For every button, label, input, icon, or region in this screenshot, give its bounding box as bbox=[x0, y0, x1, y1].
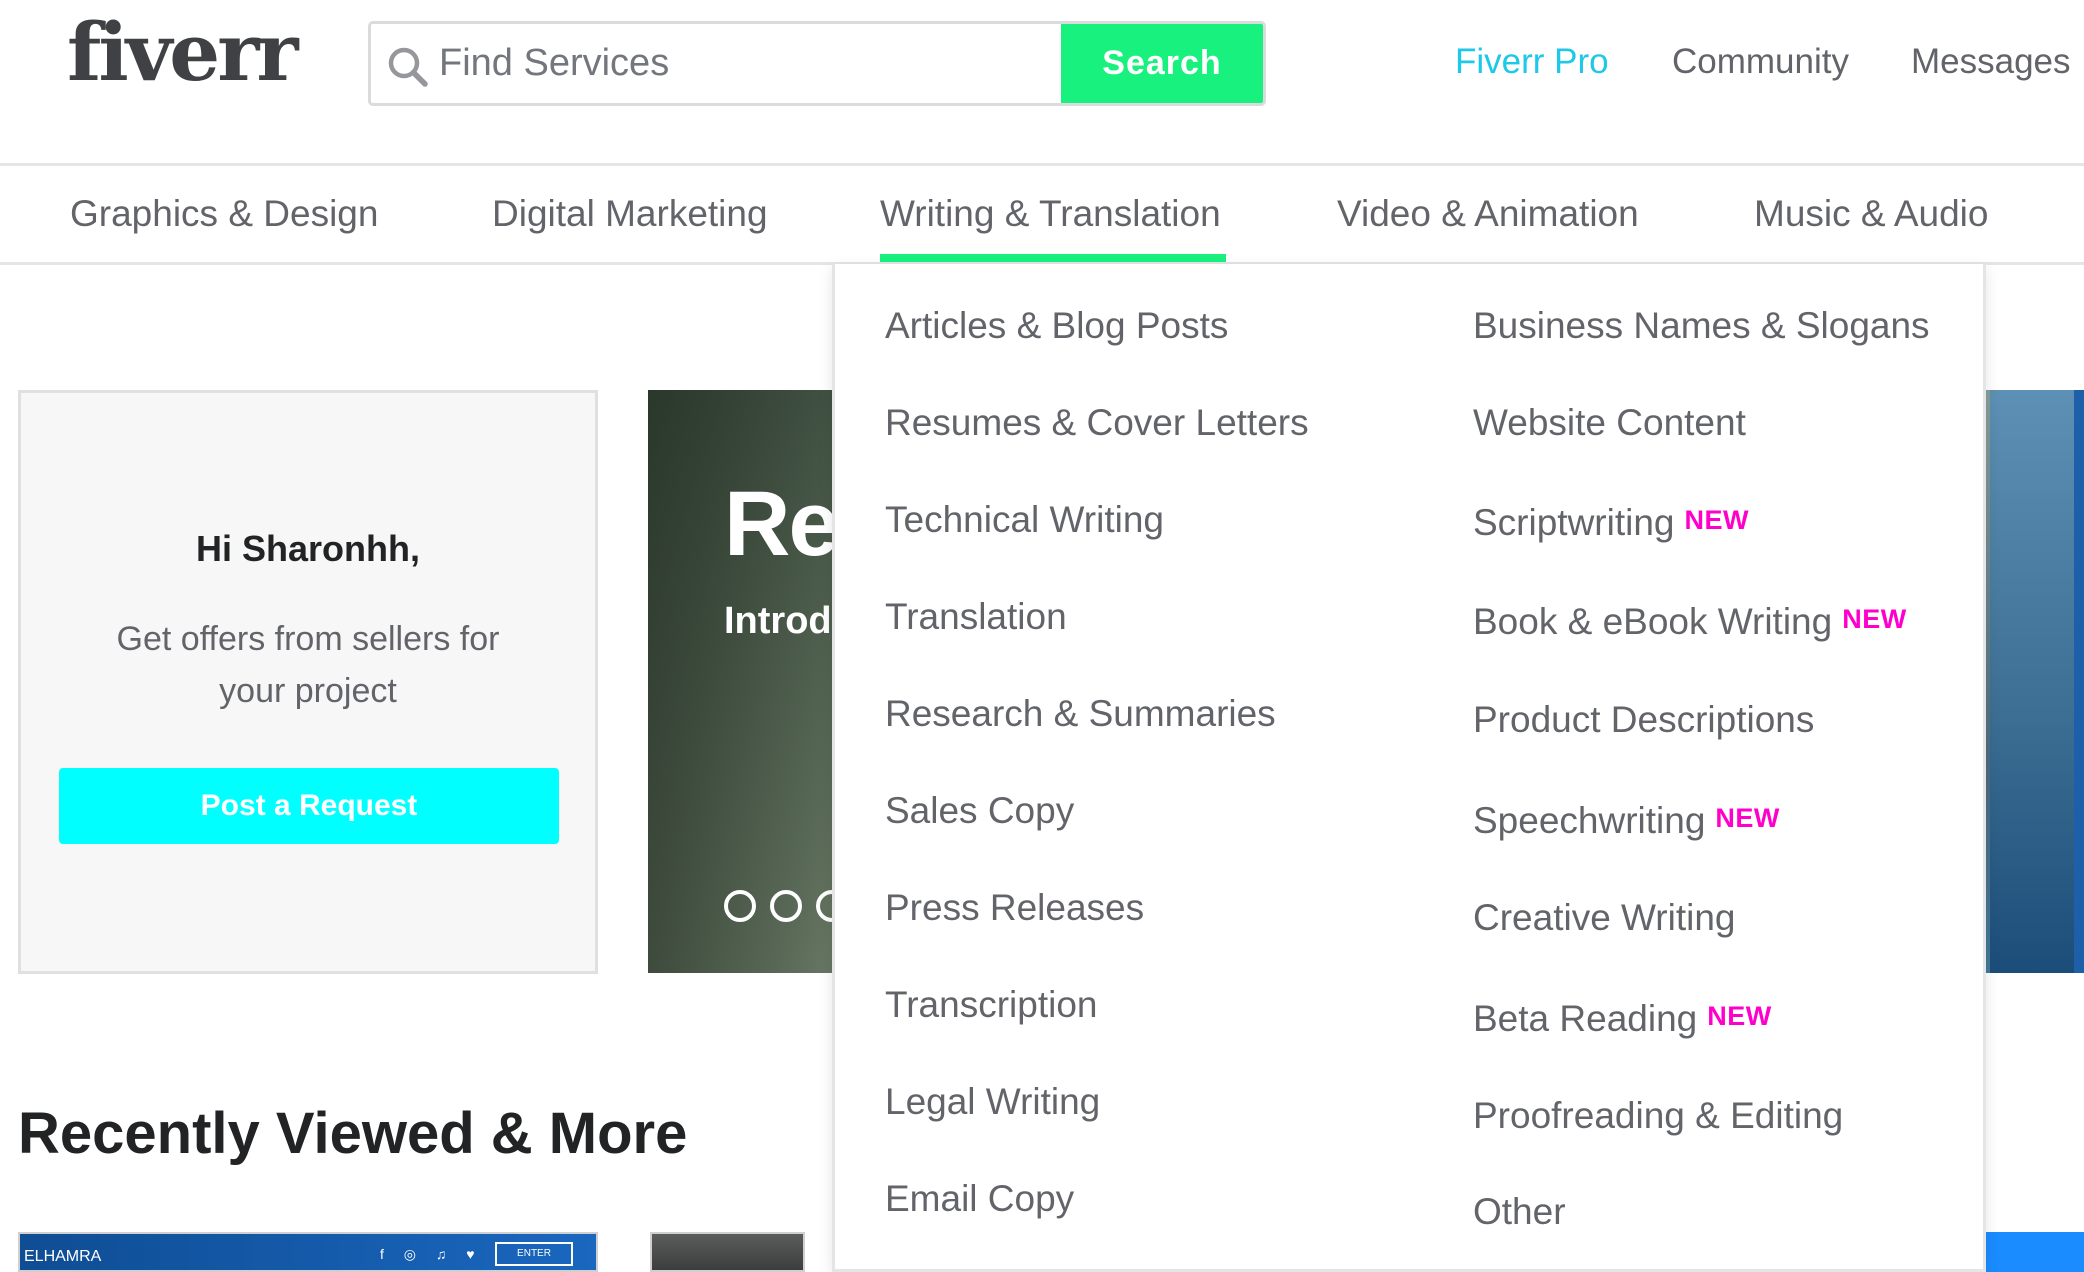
social-icons: f ◎ ♫ ♥ bbox=[380, 1246, 483, 1262]
category-music-audio[interactable]: Music & Audio bbox=[1754, 192, 1988, 236]
subcategory-research-summaries[interactable]: Research & Summaries bbox=[885, 692, 1276, 736]
category-digital-marketing[interactable]: Digital Marketing bbox=[492, 192, 768, 236]
subcategory-translation[interactable]: Translation bbox=[885, 595, 1067, 639]
thumbnail-site-name: ELHAMRA bbox=[24, 1248, 102, 1265]
category-video-animation[interactable]: Video & Animation bbox=[1337, 192, 1639, 236]
subcategory-beta-reading[interactable]: Beta Reading NEW bbox=[1473, 994, 1772, 1041]
welcome-card: Hi Sharonhh, Get offers from sellers for… bbox=[18, 390, 598, 974]
search-icon bbox=[388, 47, 428, 87]
recently-viewed-title: Recently Viewed & More bbox=[18, 1101, 688, 1166]
top-header: fiverr Search Fiverr Pro Community Messa… bbox=[0, 0, 2084, 166]
slide-dot[interactable] bbox=[724, 890, 756, 922]
nav-community[interactable]: Community bbox=[1672, 40, 1849, 84]
subcategory-label: Other bbox=[1473, 1191, 1566, 1232]
recent-thumbnail[interactable] bbox=[650, 1232, 805, 1272]
subcategory-label: Scriptwriting bbox=[1473, 502, 1675, 543]
subcategory-proofreading-editing[interactable]: Proofreading & Editing bbox=[1473, 1094, 1843, 1138]
banner-title: Re bbox=[724, 473, 840, 575]
search-input[interactable] bbox=[439, 24, 1129, 103]
subcategory-label: Product Descriptions bbox=[1473, 699, 1815, 740]
thumbnail-enter-button: ENTER bbox=[495, 1242, 573, 1266]
active-category-underline bbox=[880, 254, 1226, 262]
banner-right-edge bbox=[1990, 390, 2084, 973]
search-button[interactable]: Search bbox=[1061, 24, 1263, 103]
subcategory-label: Speechwriting bbox=[1473, 800, 1706, 841]
recent-thumbnail[interactable] bbox=[1985, 1232, 2084, 1272]
category-graphics-design[interactable]: Graphics & Design bbox=[70, 192, 378, 236]
subcategory-creative-writing[interactable]: Creative Writing bbox=[1473, 896, 1736, 940]
nav-fiverr-pro[interactable]: Fiverr Pro bbox=[1455, 40, 1609, 84]
subcategory-product-descriptions[interactable]: Product Descriptions bbox=[1473, 698, 1814, 742]
new-badge: NEW bbox=[1842, 604, 1907, 634]
banner-right-strip bbox=[2074, 390, 2084, 973]
nav-messages[interactable]: Messages bbox=[1911, 40, 2071, 84]
subcategory-label: Website Content bbox=[1473, 402, 1746, 443]
subcategory-technical-writing[interactable]: Technical Writing bbox=[885, 498, 1164, 542]
offer-message: Get offers from sellers for your project bbox=[116, 620, 500, 710]
fiverr-logo[interactable]: fiverr bbox=[67, 12, 298, 92]
subcategory-business-names-slogans[interactable]: Business Names & Slogans bbox=[1473, 304, 1930, 348]
subcategory-label: Business Names & Slogans bbox=[1473, 305, 1930, 346]
subcategory-book-ebook-writing[interactable]: Book & eBook Writing NEW bbox=[1473, 597, 1907, 644]
recent-thumbnail[interactable]: ELHAMRA f ◎ ♫ ♥ ENTER bbox=[18, 1232, 598, 1272]
greeting-text: Hi Sharonhh, bbox=[196, 528, 420, 569]
subcategory-scriptwriting[interactable]: Scriptwriting NEW bbox=[1473, 498, 1749, 545]
subcategory-email-copy[interactable]: Email Copy bbox=[885, 1177, 1074, 1221]
new-badge: NEW bbox=[1707, 1001, 1772, 1031]
writing-translation-dropdown: Articles & Blog Posts Resumes & Cover Le… bbox=[832, 264, 1986, 1272]
subcategory-press-releases[interactable]: Press Releases bbox=[885, 886, 1144, 930]
subcategory-articles-blog-posts[interactable]: Articles & Blog Posts bbox=[885, 304, 1228, 348]
category-writing-translation[interactable]: Writing & Translation bbox=[880, 192, 1221, 236]
post-request-button[interactable]: Post a Request bbox=[59, 768, 559, 844]
subcategory-website-content[interactable]: Website Content bbox=[1473, 401, 1746, 445]
subcategory-label: Proofreading & Editing bbox=[1473, 1095, 1844, 1136]
subcategory-label: Creative Writing bbox=[1473, 897, 1736, 938]
slide-dot[interactable] bbox=[770, 890, 802, 922]
new-badge: NEW bbox=[1684, 505, 1749, 535]
subcategory-sales-copy[interactable]: Sales Copy bbox=[885, 789, 1074, 833]
subcategory-legal-writing[interactable]: Legal Writing bbox=[885, 1080, 1100, 1124]
subcategory-label: Beta Reading bbox=[1473, 998, 1698, 1039]
subcategory-other[interactable]: Other bbox=[1473, 1190, 1566, 1234]
search-bar: Search bbox=[368, 21, 1266, 106]
subcategory-transcription[interactable]: Transcription bbox=[885, 983, 1097, 1027]
subcategory-speechwriting[interactable]: Speechwriting NEW bbox=[1473, 796, 1780, 843]
subcategory-label: Book & eBook Writing bbox=[1473, 601, 1833, 642]
banner-subtitle: Introd bbox=[724, 600, 832, 642]
category-nav: Graphics & Design Digital Marketing Writ… bbox=[0, 166, 2084, 265]
new-badge: NEW bbox=[1715, 803, 1780, 833]
subcategory-resumes-cover-letters[interactable]: Resumes & Cover Letters bbox=[885, 401, 1309, 445]
